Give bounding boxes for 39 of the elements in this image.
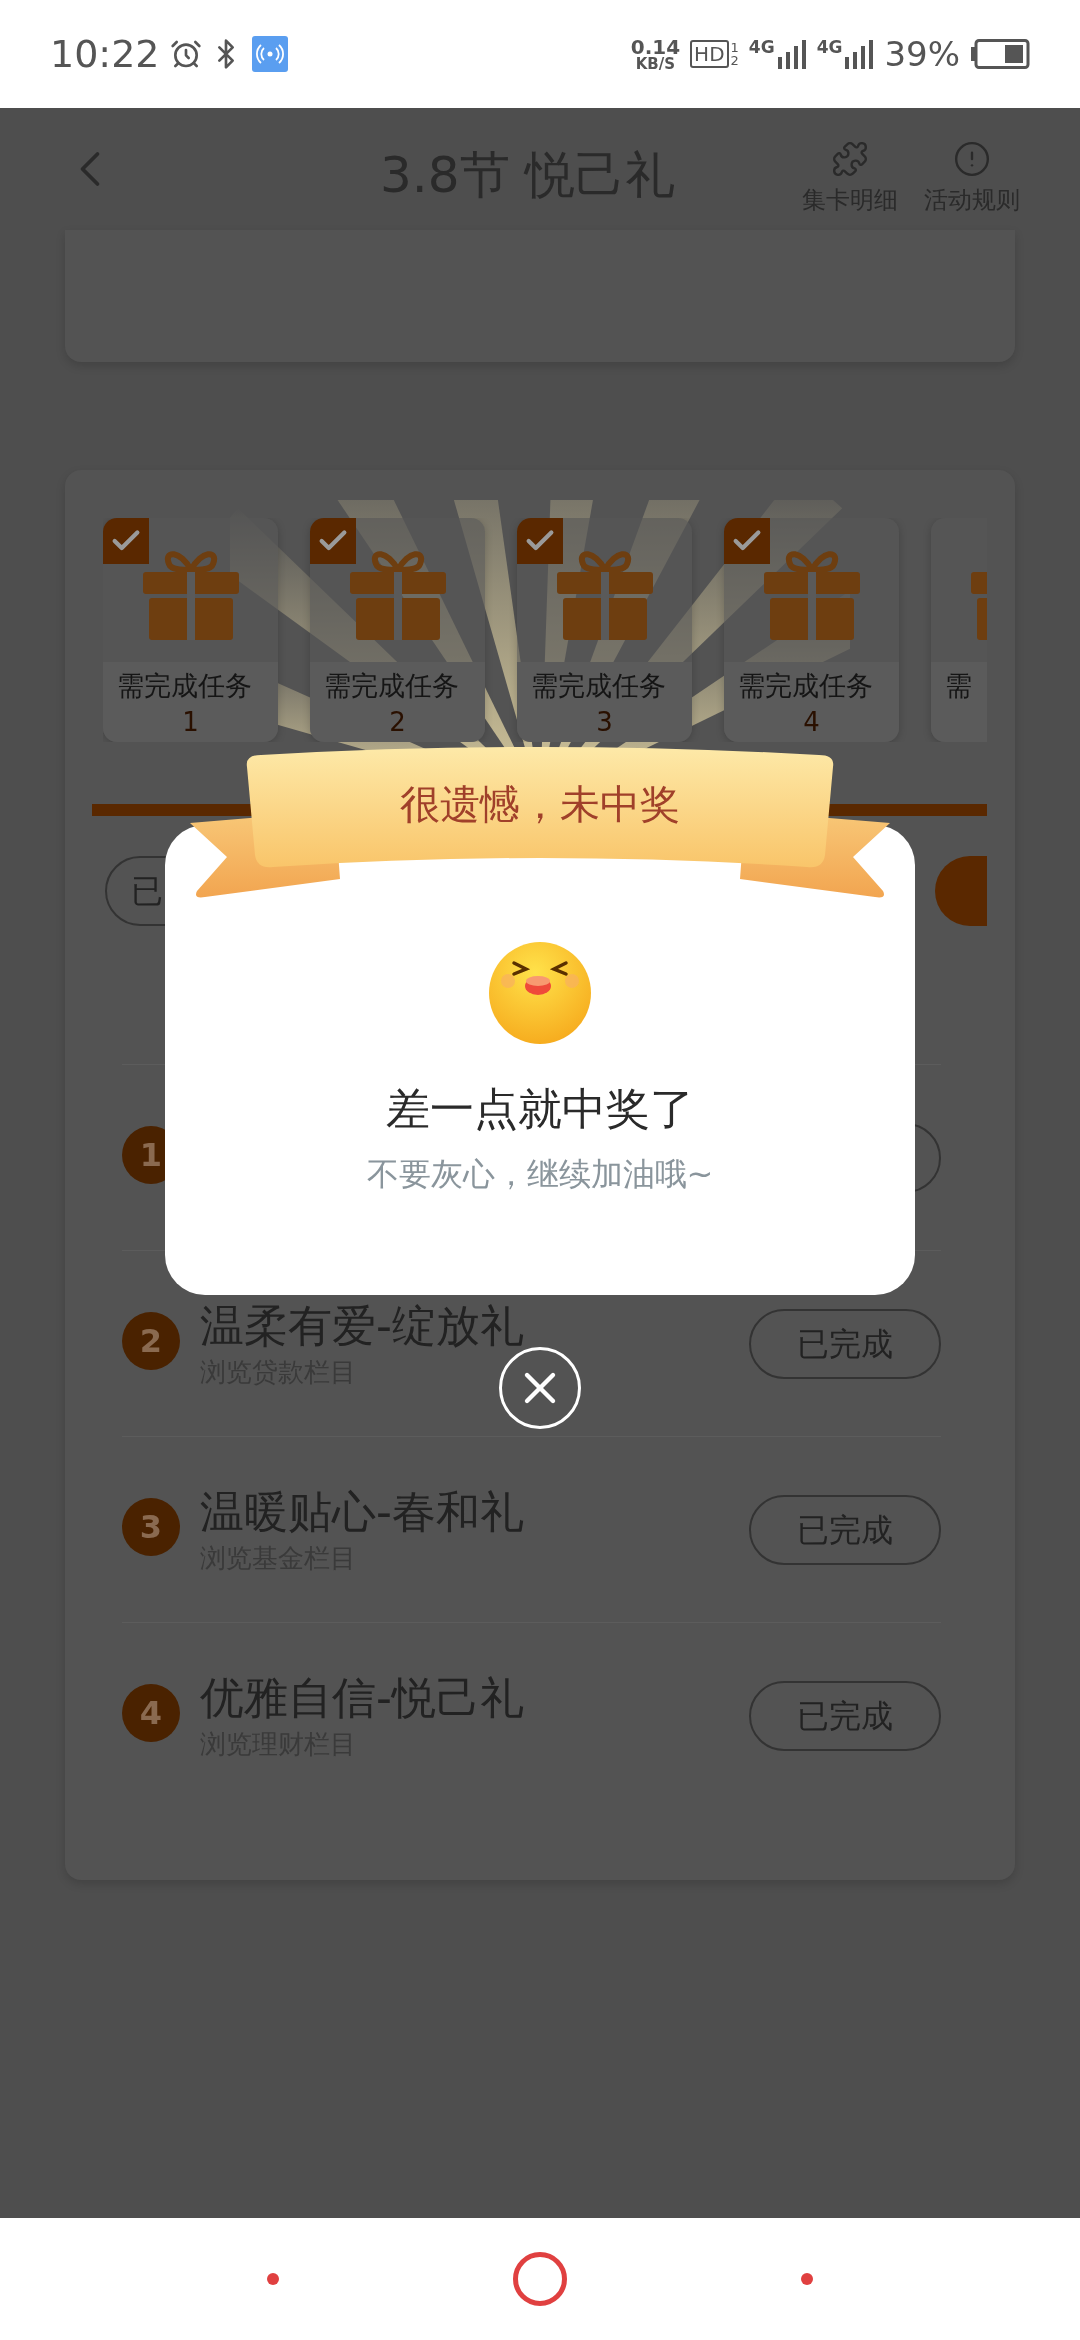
task-number: 3 [122,1497,180,1556]
hd-badge: HD [690,40,729,68]
gift-card[interactable]: 需完成任务 4 [724,518,899,742]
gift-number: 2 [389,706,406,737]
gift-card[interactable]: 需 [931,518,987,742]
hotspot-icon [251,36,288,72]
close-button[interactable] [499,1347,581,1429]
gift-card[interactable]: 需完成任务 2 [310,518,485,742]
clock-time: 10:22 [50,30,160,78]
gift-label: 需 [945,669,972,703]
laughing-face-icon [488,941,592,1045]
task-number: 2 [122,1311,180,1370]
home-button[interactable] [513,2252,567,2306]
gift-label: 需完成任务 [738,669,873,703]
gift-number: 3 [596,706,613,737]
network-type: 4G [816,39,843,56]
signal-icon [844,39,875,69]
gift-number: 4 [803,706,820,737]
gift-card[interactable]: 需完成任务 1 [103,518,278,742]
ribbon-title: 很遗憾，未中奖 [399,780,681,829]
puzzle-icon [831,140,869,178]
dialog-title: 差一点就中奖了 [386,1082,694,1136]
gift-label: 需完成任务 [531,669,666,703]
signal-icon [776,39,807,69]
dialog-message: 不要灰心，继续加油哦~ [366,1154,714,1195]
battery-icon [970,39,1030,69]
hd-sub: 1 [730,41,739,54]
network-type: 4G [748,39,775,56]
gift-card[interactable]: 需完成任务 3 [517,518,692,742]
network-speed: 0.14 [630,36,681,57]
alarm-icon [169,38,202,70]
gift-number: 1 [182,706,199,737]
task-number: 4 [122,1684,180,1742]
gift-label: 需完成任务 [117,669,252,703]
info-icon [953,140,991,178]
hd-sub: 2 [730,54,739,67]
battery-percent: 39% [884,32,960,76]
speed-unit: KB/S [635,56,676,72]
gift-label: 需完成任务 [324,669,459,703]
